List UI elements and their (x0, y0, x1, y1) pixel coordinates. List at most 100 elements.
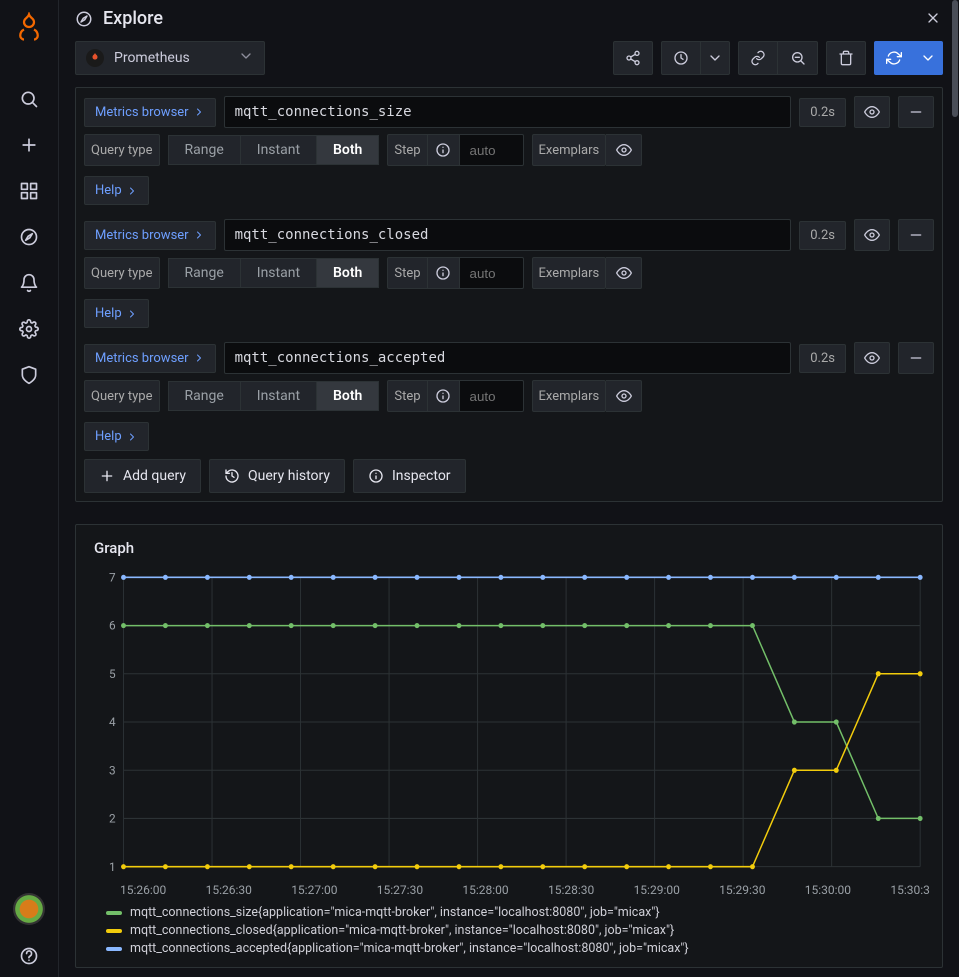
legend-item[interactable]: mqtt_connections_size{application="mica-… (106, 905, 930, 920)
exemplars-label: Exemplars (532, 380, 607, 412)
legend-label: mqtt_connections_accepted{application="m… (130, 941, 689, 956)
exemplars-toggle[interactable] (606, 257, 642, 289)
compass-icon (75, 10, 93, 28)
query-timing: 0.2s (799, 98, 846, 127)
svg-text:5: 5 (109, 667, 116, 681)
x-tick: 15:28:30 (548, 883, 594, 897)
graph-panel: Graph 1234567 15:26:0015:26:3015:27:0015… (75, 524, 943, 968)
shield-icon[interactable] (8, 354, 50, 396)
chart-legend: mqtt_connections_size{application="mica-… (106, 905, 930, 956)
query-type-instant[interactable]: Instant (240, 135, 316, 165)
x-tick: 15:28:00 (462, 883, 508, 897)
graph-title: Graph (94, 539, 930, 557)
scrollbar[interactable] (951, 0, 959, 977)
svg-text:4: 4 (109, 715, 116, 729)
query-type-both[interactable]: Both (316, 135, 379, 165)
step-info-icon[interactable] (428, 380, 460, 412)
remove-query-button[interactable] (898, 96, 934, 128)
avatar[interactable] (13, 893, 45, 925)
gear-icon[interactable] (8, 308, 50, 350)
plus-icon[interactable] (8, 124, 50, 166)
legend-label: mqtt_connections_size{application="mica-… (130, 905, 660, 920)
help-button[interactable]: Help (84, 422, 149, 451)
remove-query-button[interactable] (898, 342, 934, 374)
svg-text:7: 7 (109, 570, 116, 584)
legend-swatch (106, 929, 122, 933)
query-type-label: Query type (84, 134, 160, 166)
run-query-chevron[interactable] (914, 41, 943, 75)
help-button[interactable]: Help (84, 299, 149, 328)
step-info-icon[interactable] (428, 134, 460, 166)
exemplars-toggle[interactable] (606, 380, 642, 412)
time-picker-chevron[interactable] (701, 41, 730, 75)
help-button[interactable]: Help (84, 176, 149, 205)
add-query-button[interactable]: Add query (84, 459, 201, 493)
x-tick: 15:29:00 (634, 883, 680, 897)
dashboards-icon[interactable] (8, 170, 50, 212)
page-title: Explore (103, 8, 163, 29)
query-input[interactable] (224, 96, 792, 128)
sidebar (0, 0, 58, 977)
query-type-instant[interactable]: Instant (240, 381, 316, 411)
toggle-visibility-button[interactable] (854, 96, 890, 128)
main: Explore Prometheus Metrics (58, 0, 959, 977)
datasource-name: Prometheus (114, 50, 190, 66)
query-type-range[interactable]: Range (168, 135, 240, 165)
toggle-visibility-button[interactable] (854, 219, 890, 251)
query-type-both[interactable]: Both (316, 381, 379, 411)
metrics-browser-button[interactable]: Metrics browser (84, 221, 216, 250)
zoom-out-button[interactable] (778, 41, 818, 75)
legend-item[interactable]: mqtt_connections_closed{application="mic… (106, 923, 930, 938)
share-button[interactable] (613, 41, 653, 75)
time-picker-button[interactable] (661, 41, 701, 75)
chart-x-axis: 15:26:0015:26:3015:27:0015:27:3015:28:00… (120, 883, 930, 897)
datasource-picker[interactable]: Prometheus (75, 41, 265, 75)
legend-item[interactable]: mqtt_connections_accepted{application="m… (106, 941, 930, 956)
x-tick: 15:27:00 (291, 883, 337, 897)
query-type-instant[interactable]: Instant (240, 258, 316, 288)
metrics-browser-button[interactable]: Metrics browser (84, 98, 216, 127)
clear-all-button[interactable] (826, 41, 866, 75)
page-header: Explore (59, 0, 959, 37)
x-tick: 15:30:00 (805, 883, 851, 897)
query-type-selector: Range Instant Both (168, 258, 380, 288)
search-icon[interactable] (8, 78, 50, 120)
query-type-both[interactable]: Both (316, 258, 379, 288)
x-tick: 15:29:30 (719, 883, 765, 897)
legend-label: mqtt_connections_closed{application="mic… (130, 923, 674, 938)
chevron-down-icon (238, 48, 254, 68)
query-type-range[interactable]: Range (168, 381, 240, 411)
query-input[interactable] (224, 219, 792, 251)
query-input[interactable] (224, 342, 792, 374)
query-history-button[interactable]: Query history (209, 459, 345, 493)
x-tick: 15:27:30 (377, 883, 423, 897)
query-timing: 0.2s (799, 221, 846, 250)
chart[interactable]: 1234567 (94, 567, 930, 877)
legend-swatch (106, 947, 122, 951)
legend-swatch (106, 911, 122, 915)
query-row-2: Metrics browser 0.2s Query type Range In… (84, 342, 934, 451)
run-query-button[interactable] (874, 41, 914, 75)
grafana-logo[interactable] (12, 10, 46, 44)
alerting-icon[interactable] (8, 262, 50, 304)
x-tick: 15:26:00 (120, 883, 166, 897)
svg-text:6: 6 (109, 618, 116, 632)
step-input[interactable] (460, 380, 524, 412)
link-button[interactable] (738, 41, 778, 75)
step-input[interactable] (460, 134, 524, 166)
query-type-range[interactable]: Range (168, 258, 240, 288)
exemplars-label: Exemplars (532, 134, 607, 166)
explore-icon[interactable] (8, 216, 50, 258)
close-icon[interactable] (925, 10, 943, 28)
exemplars-toggle[interactable] (606, 134, 642, 166)
remove-query-button[interactable] (898, 219, 934, 251)
metrics-browser-button[interactable]: Metrics browser (84, 344, 216, 373)
query-type-selector: Range Instant Both (168, 381, 380, 411)
query-row-0: Metrics browser 0.2s Query type Range In… (84, 96, 934, 205)
help-icon[interactable] (8, 935, 50, 977)
toggle-visibility-button[interactable] (854, 342, 890, 374)
svg-text:1: 1 (109, 860, 116, 874)
inspector-button[interactable]: Inspector (353, 459, 466, 493)
step-info-icon[interactable] (428, 257, 460, 289)
step-input[interactable] (460, 257, 524, 289)
